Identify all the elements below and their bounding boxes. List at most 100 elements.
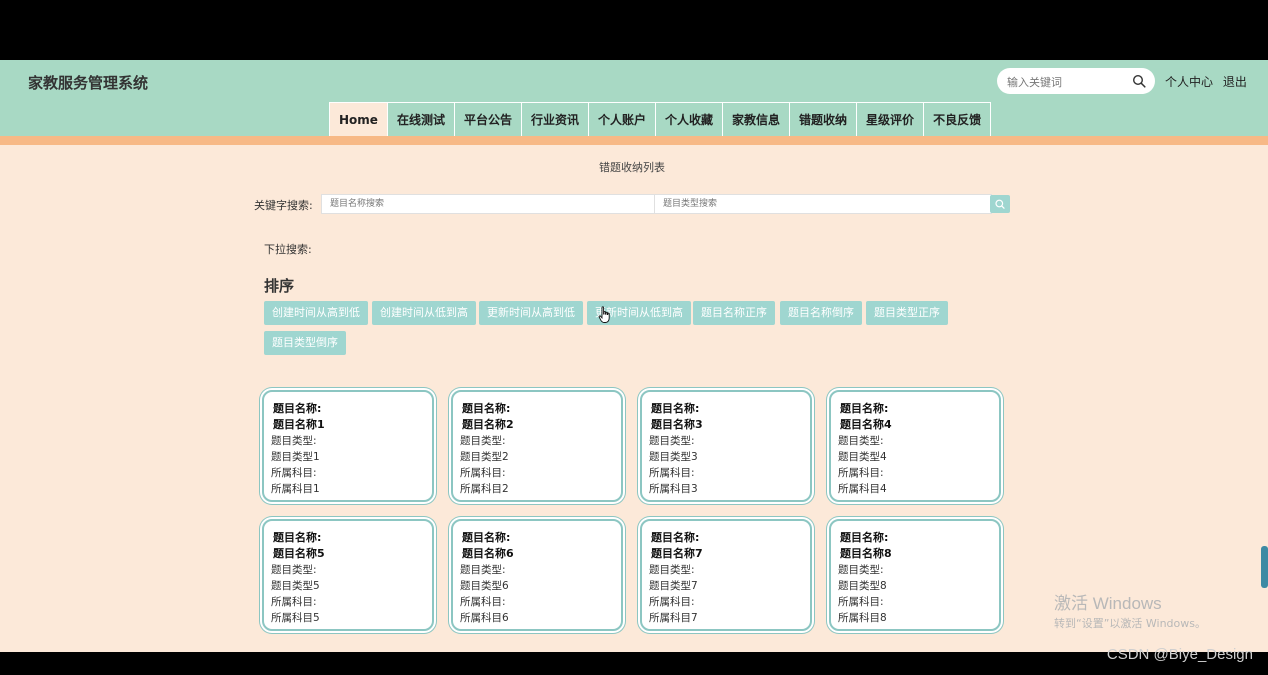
question-card[interactable]: 题目名称: 题目名称7 题目类型: 题目类型7 所属科目: 所属科目7 <box>640 519 812 631</box>
nav-item-feedback[interactable]: 不良反馈 <box>924 103 990 137</box>
card-subject-value: 所属科目5 <box>271 612 320 624</box>
list-title: 错题收纳列表 <box>599 161 665 174</box>
card-name-value: 题目名称5 <box>273 547 325 560</box>
nav-item-online-test[interactable]: 在线测试 <box>388 103 455 137</box>
nav-item-wrong-questions[interactable]: 错题收纳 <box>790 103 858 137</box>
sort-name-asc-button[interactable]: 题目名称正序 <box>693 301 775 325</box>
question-card[interactable]: 题目名称: 题目名称4 题目类型: 题目类型4 所属科目: 所属科目4 <box>829 390 1001 502</box>
question-card[interactable]: 题目名称: 题目名称1 题目类型: 题目类型1 所属科目: 所属科目1 <box>262 390 434 502</box>
card-name-label: 题目名称: <box>651 402 700 415</box>
card-name-label: 题目名称: <box>840 531 889 544</box>
activation-title: 激活 Windows <box>1054 594 1162 613</box>
app-title: 家教服务管理系统 <box>28 74 149 92</box>
sort-created-desc-button[interactable]: 创建时间从高到低 <box>264 301 368 325</box>
card-subject-value: 所属科目4 <box>838 483 887 495</box>
nav-item-announcements[interactable]: 平台公告 <box>455 103 522 137</box>
card-subject-value: 所属科目6 <box>460 612 509 624</box>
question-type-search-input[interactable] <box>654 194 992 214</box>
card-subject-label: 所属科目: <box>838 467 884 479</box>
card-subject-label: 所属科目: <box>460 596 506 608</box>
sort-title: 排序 <box>264 277 295 295</box>
card-subject-value: 所属科目8 <box>838 612 887 624</box>
header-search[interactable] <box>997 68 1155 94</box>
screen-top-bar <box>0 0 1268 60</box>
card-name-label: 题目名称: <box>273 531 322 544</box>
card-type-value: 题目类型1 <box>271 451 320 463</box>
nav-item-account[interactable]: 个人账户 <box>589 103 656 137</box>
card-subject-value: 所属科目3 <box>649 483 698 495</box>
page: 家教服务管理系统 个人中心 退出 Home 在线测试 平台公告 行业资讯 个人账… <box>0 60 1268 652</box>
sort-updated-desc-button[interactable]: 更新时间从高到低 <box>479 301 583 325</box>
keyword-search-label: 关键字搜索: <box>254 199 313 212</box>
card-subject-label: 所属科目: <box>838 596 884 608</box>
nav-item-favorites[interactable]: 个人收藏 <box>656 103 724 137</box>
card-type-label: 题目类型: <box>460 435 506 447</box>
sort-name-desc-button[interactable]: 题目名称倒序 <box>780 301 862 325</box>
card-type-value: 题目类型8 <box>838 580 887 592</box>
card-type-label: 题目类型: <box>649 435 695 447</box>
search-icon[interactable] <box>1132 74 1146 88</box>
nav-item-home[interactable]: Home <box>330 103 388 137</box>
card-name-label: 题目名称: <box>462 402 511 415</box>
card-name-value: 题目名称4 <box>840 418 892 431</box>
card-name-label: 题目名称: <box>462 531 511 544</box>
card-type-value: 题目类型2 <box>460 451 509 463</box>
main-nav: Home 在线测试 平台公告 行业资讯 个人账户 个人收藏 家教信息 错题收纳 … <box>329 102 992 137</box>
header-search-input[interactable] <box>1005 72 1134 92</box>
card-type-label: 题目类型: <box>838 564 884 576</box>
card-name-label: 题目名称: <box>840 402 889 415</box>
card-type-label: 题目类型: <box>271 564 317 576</box>
question-card[interactable]: 题目名称: 题目名称6 题目类型: 题目类型6 所属科目: 所属科目6 <box>451 519 623 631</box>
card-type-value: 题目类型7 <box>649 580 698 592</box>
card-type-label: 题目类型: <box>271 435 317 447</box>
card-name-value: 题目名称2 <box>462 418 514 431</box>
question-card[interactable]: 题目名称: 题目名称5 题目类型: 题目类型5 所属科目: 所属科目5 <box>262 519 434 631</box>
card-subject-value: 所属科目2 <box>460 483 509 495</box>
question-name-search-input[interactable] <box>321 194 659 214</box>
user-links: 个人中心 退出 <box>1165 73 1253 90</box>
card-name-value: 题目名称1 <box>273 418 325 431</box>
card-name-value: 题目名称8 <box>840 547 892 560</box>
header-stripe <box>0 136 1268 145</box>
card-type-value: 题目类型4 <box>838 451 887 463</box>
card-subject-label: 所属科目: <box>271 467 317 479</box>
sort-type-desc-button[interactable]: 题目类型倒序 <box>264 331 346 355</box>
windows-activation-watermark: 激活 Windows 转到“设置”以激活 Windows。 <box>1054 589 1206 631</box>
card-subject-label: 所属科目: <box>649 467 695 479</box>
keyword-search-button[interactable] <box>990 195 1010 213</box>
card-type-value: 题目类型5 <box>271 580 320 592</box>
user-center-link[interactable]: 个人中心 <box>1165 75 1213 89</box>
card-subject-label: 所属科目: <box>271 596 317 608</box>
search-icon <box>995 199 1005 209</box>
card-subject-label: 所属科目: <box>460 467 506 479</box>
nav-item-industry-news[interactable]: 行业资讯 <box>522 103 589 137</box>
activation-subtitle: 转到“设置”以激活 Windows。 <box>1054 617 1206 630</box>
card-type-label: 题目类型: <box>838 435 884 447</box>
card-name-label: 题目名称: <box>273 402 322 415</box>
card-type-value: 题目类型6 <box>460 580 509 592</box>
nav-item-star-rating[interactable]: 星级评价 <box>857 103 925 137</box>
question-card[interactable]: 题目名称: 题目名称8 题目类型: 题目类型8 所属科目: 所属科目8 <box>829 519 1001 631</box>
card-name-value: 题目名称6 <box>462 547 514 560</box>
card-subject-value: 所属科目7 <box>649 612 698 624</box>
card-type-value: 题目类型3 <box>649 451 698 463</box>
dropdown-search-label: 下拉搜索: <box>264 243 312 256</box>
card-type-label: 题目类型: <box>649 564 695 576</box>
question-card[interactable]: 题目名称: 题目名称2 题目类型: 题目类型2 所属科目: 所属科目2 <box>451 390 623 502</box>
hand-cursor-icon <box>598 306 610 323</box>
nav-item-tutor-info[interactable]: 家教信息 <box>723 103 791 137</box>
question-card[interactable]: 题目名称: 题目名称3 题目类型: 题目类型3 所属科目: 所属科目3 <box>640 390 812 502</box>
screen-bottom-bar <box>0 652 1268 675</box>
card-name-value: 题目名称3 <box>651 418 703 431</box>
card-subject-label: 所属科目: <box>649 596 695 608</box>
card-type-label: 题目类型: <box>460 564 506 576</box>
sort-created-asc-button[interactable]: 创建时间从低到高 <box>372 301 476 325</box>
card-subject-value: 所属科目1 <box>271 483 320 495</box>
card-name-label: 题目名称: <box>651 531 700 544</box>
logout-link[interactable]: 退出 <box>1223 75 1247 89</box>
csdn-watermark: CSDN @Biye_Design <box>1106 646 1253 663</box>
sort-type-asc-button[interactable]: 题目类型正序 <box>866 301 948 325</box>
card-name-value: 题目名称7 <box>651 547 703 560</box>
scrollbar-thumb[interactable] <box>1261 546 1268 588</box>
header: 家教服务管理系统 个人中心 退出 Home 在线测试 平台公告 行业资讯 个人账… <box>0 60 1268 137</box>
